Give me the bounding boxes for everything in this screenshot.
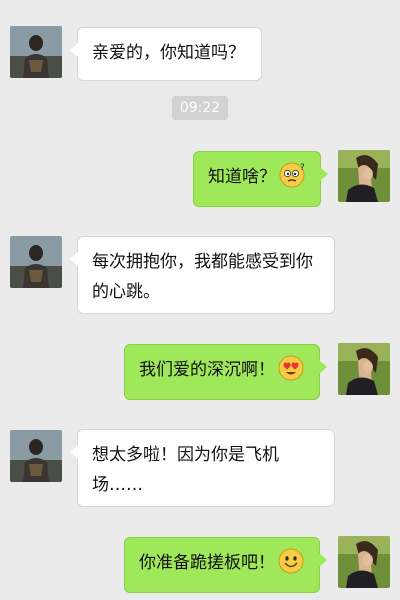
- message-bubble-sent[interactable]: 我们爱的深沉啊！: [124, 344, 327, 400]
- message-text-line: 的心跳。: [92, 282, 160, 302]
- timestamp: 09:22: [172, 96, 228, 120]
- confused-face-icon: ?: [279, 162, 305, 188]
- message-text-line: 场……: [92, 475, 143, 495]
- friend-avatar[interactable]: [10, 236, 62, 288]
- message-bubble-sent[interactable]: 你准备跪搓板吧！: [124, 537, 327, 593]
- message-text: 你准备跪搓板吧！: [139, 553, 275, 573]
- user-avatar[interactable]: [338, 536, 390, 588]
- user-avatar[interactable]: [338, 150, 390, 202]
- chat-area[interactable]: 亲爱的，你知道吗？ 09:22 知道啥？ ? 每次拥抱你，我都能感受到你 的心跳…: [0, 0, 400, 600]
- friend-avatar[interactable]: [10, 26, 62, 78]
- message-bubble-received[interactable]: 每次拥抱你，我都能感受到你 的心跳。: [70, 236, 335, 314]
- smiling-face-icon: [278, 548, 304, 574]
- message-bubble-sent[interactable]: 知道啥？ ?: [193, 151, 328, 207]
- message-text-line: 每次拥抱你，我都能感受到你: [92, 252, 313, 272]
- friend-avatar[interactable]: [10, 430, 62, 482]
- message-bubble-received[interactable]: 亲爱的，你知道吗？: [70, 27, 262, 81]
- message-text: 知道啥？: [208, 167, 276, 187]
- user-avatar[interactable]: [338, 343, 390, 395]
- heart-eyes-face-icon: [278, 355, 304, 381]
- message-bubble-received[interactable]: 想太多啦！因为你是飞机 场……: [70, 429, 335, 507]
- message-text: 亲爱的，你知道吗？: [92, 43, 245, 63]
- message-text: 我们爱的深沉啊！: [139, 360, 275, 380]
- message-text-line: 想太多啦！因为你是飞机: [92, 445, 279, 465]
- svg-text:?: ?: [300, 163, 305, 173]
